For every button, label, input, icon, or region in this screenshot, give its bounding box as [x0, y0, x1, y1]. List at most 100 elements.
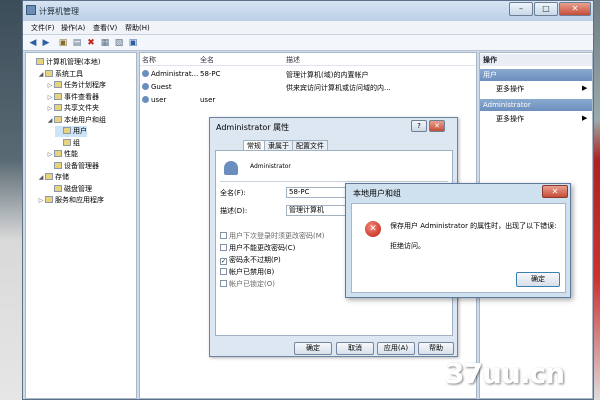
table-row[interactable]: Guest 供来宾访问计算机或访问域的内...: [140, 82, 476, 94]
tree-item[interactable]: ▷ 性能: [46, 149, 78, 160]
expand-toggle-icon[interactable]: ▷: [46, 103, 54, 114]
folder-icon: [54, 115, 62, 123]
option-checkbox[interactable]: ✓ 密码永不过期(P): [220, 255, 281, 265]
option-checkbox[interactable]: 用户不能更改密码(C): [220, 243, 295, 253]
actions-section-administrator[interactable]: Administrator: [480, 99, 592, 111]
tree-item[interactable]: ▷ 事件查看器: [46, 92, 99, 103]
user-fullname-cell: 58-PC: [200, 70, 221, 78]
help-button[interactable]: ?: [411, 120, 427, 132]
checkbox-label: 帐户已锁定(O): [229, 280, 275, 288]
tree-item-label: 共享文件夹: [64, 104, 99, 112]
folder-up-icon[interactable]: ▣: [57, 37, 69, 49]
apply-button[interactable]: 应用(A): [377, 342, 415, 355]
tree-item[interactable]: ▷ 服务和应用程序: [37, 195, 104, 206]
forward-icon[interactable]: ▶: [40, 37, 52, 49]
menu-file[interactable]: 文件(F): [31, 23, 55, 33]
tree-item-label: 设备管理器: [64, 161, 99, 170]
checkbox-box: [220, 244, 227, 251]
menu-action[interactable]: 操作(A): [61, 23, 85, 33]
expand-toggle-icon[interactable]: ▷: [46, 80, 54, 91]
tree-item-label: 存储: [55, 173, 69, 181]
folder-icon: [63, 138, 71, 146]
tree-item[interactable]: 计算机管理(本地): [28, 57, 100, 68]
menu-view[interactable]: 查看(V): [93, 23, 117, 33]
error-dialog-title: 本地用户和组: [353, 189, 401, 198]
expand-toggle-icon[interactable]: ▷: [46, 149, 54, 160]
close-button[interactable]: ✕: [559, 2, 591, 16]
tab-general[interactable]: 常规: [243, 140, 265, 150]
title-bar[interactable]: 计算机管理 – □ ✕: [23, 1, 593, 21]
chevron-right-icon: ▶: [582, 84, 588, 92]
tree-item-label: 磁盘管理: [64, 184, 92, 193]
window-title: 计算机管理: [39, 7, 79, 16]
error-ok-button[interactable]: 确定: [516, 272, 560, 287]
column-name[interactable]: 名称: [142, 55, 156, 65]
error-icon: ✕: [365, 221, 381, 237]
show-tree-icon[interactable]: ▤: [71, 37, 83, 49]
checkbox-label: 用户下次登录时须更改密码(M): [229, 232, 325, 240]
delete-icon[interactable]: ✖: [85, 37, 97, 49]
column-description[interactable]: 描述: [286, 55, 300, 65]
tree-item[interactable]: 磁盘管理: [46, 184, 92, 195]
fullname-label: 全名(F):: [220, 189, 246, 197]
menu-help[interactable]: 帮助(H): [125, 23, 150, 33]
tree-item-label: 任务计划程序: [64, 81, 106, 89]
tree-item-label: 系统工具: [55, 69, 83, 78]
tree-item[interactable]: 组: [55, 138, 80, 149]
expand-toggle-icon[interactable]: ◢: [46, 115, 54, 126]
option-checkbox[interactable]: 帐户已禁用(B): [220, 267, 274, 277]
user-name-cell: Administrat...: [142, 70, 198, 78]
tree-item[interactable]: 设备管理器: [46, 161, 99, 172]
tree-item[interactable]: ▷ 任务计划程序: [46, 80, 106, 91]
checkbox-box: [220, 232, 227, 239]
header-divider: [140, 65, 476, 66]
dialog-close-button[interactable]: ✕: [429, 120, 445, 132]
table-row[interactable]: user user: [140, 95, 476, 107]
user-name-cell: Guest: [142, 83, 172, 91]
tree-item[interactable]: ◢ 系统工具: [37, 69, 83, 80]
help-dialog-button[interactable]: 帮助: [418, 342, 454, 355]
folder-icon: [54, 150, 62, 157]
ok-button[interactable]: 确定: [294, 342, 332, 355]
console-tree: 计算机管理(本地) ◢ 系统工具 ▷ 任务计划程序 ▷ 事件查看器 ▷ 共享文件夹 ◢ 本地用户和组…: [25, 52, 137, 399]
more-actions-users[interactable]: 更多操作: [496, 84, 524, 94]
error-body: ✕ 保存用户 Administrator 的属性时，出现了以下错误: 拒绝访问。…: [351, 203, 566, 293]
tree-item[interactable]: 用户: [55, 126, 87, 137]
back-icon[interactable]: ◀: [27, 37, 39, 49]
chevron-right-icon: ▶: [582, 114, 588, 122]
tree-item-label: 计算机管理(本地): [46, 58, 101, 66]
user-description-cell: 管理计算机(域)的内置帐户: [286, 71, 369, 79]
user-name: Guest: [151, 83, 172, 91]
expand-toggle-icon[interactable]: ◢: [37, 172, 45, 183]
user-icon: [142, 83, 149, 90]
tree-item-label: 性能: [64, 150, 78, 158]
tree-item[interactable]: ▷ 共享文件夹: [46, 103, 99, 114]
expand-toggle-icon[interactable]: ◢: [37, 69, 45, 80]
maximize-button[interactable]: □: [534, 2, 558, 16]
username-label: Administrator: [250, 163, 291, 170]
expand-toggle-icon[interactable]: ▷: [37, 195, 45, 206]
error-close-button[interactable]: ✕: [542, 185, 568, 198]
expand-toggle-icon[interactable]: ▷: [46, 92, 54, 103]
tree-item[interactable]: ◢ 本地用户和组: [46, 115, 106, 126]
user-icon: [142, 96, 149, 103]
tab-profile[interactable]: 配置文件: [292, 140, 328, 150]
minimize-button[interactable]: –: [509, 2, 533, 16]
checkbox-label: 密码永不过期(P): [229, 256, 281, 264]
table-row[interactable]: Administrat... 58-PC 管理计算机(域)的内置帐户: [140, 69, 476, 81]
error-dialog: 本地用户和组 ✕ ✕ 保存用户 Administrator 的属性时，出现了以下…: [345, 183, 571, 298]
folder-icon: [45, 196, 53, 203]
actions-header: 操作: [480, 54, 592, 66]
tree-item-label: 用户: [73, 127, 87, 135]
tree-item[interactable]: ◢ 存储: [37, 172, 69, 183]
folder-icon: [54, 161, 62, 169]
help-icon[interactable]: ▣: [127, 37, 139, 49]
actions-section-users[interactable]: 用户: [480, 69, 592, 81]
properties-icon[interactable]: ▦: [99, 37, 111, 49]
tab-member-of[interactable]: 隶属于: [264, 140, 293, 150]
more-actions-administrator[interactable]: 更多操作: [496, 114, 524, 124]
user-name: Administrat...: [151, 70, 199, 78]
cancel-button[interactable]: 取消: [336, 342, 374, 355]
export-icon[interactable]: ▧: [113, 37, 125, 49]
column-fullname[interactable]: 全名: [200, 55, 214, 65]
